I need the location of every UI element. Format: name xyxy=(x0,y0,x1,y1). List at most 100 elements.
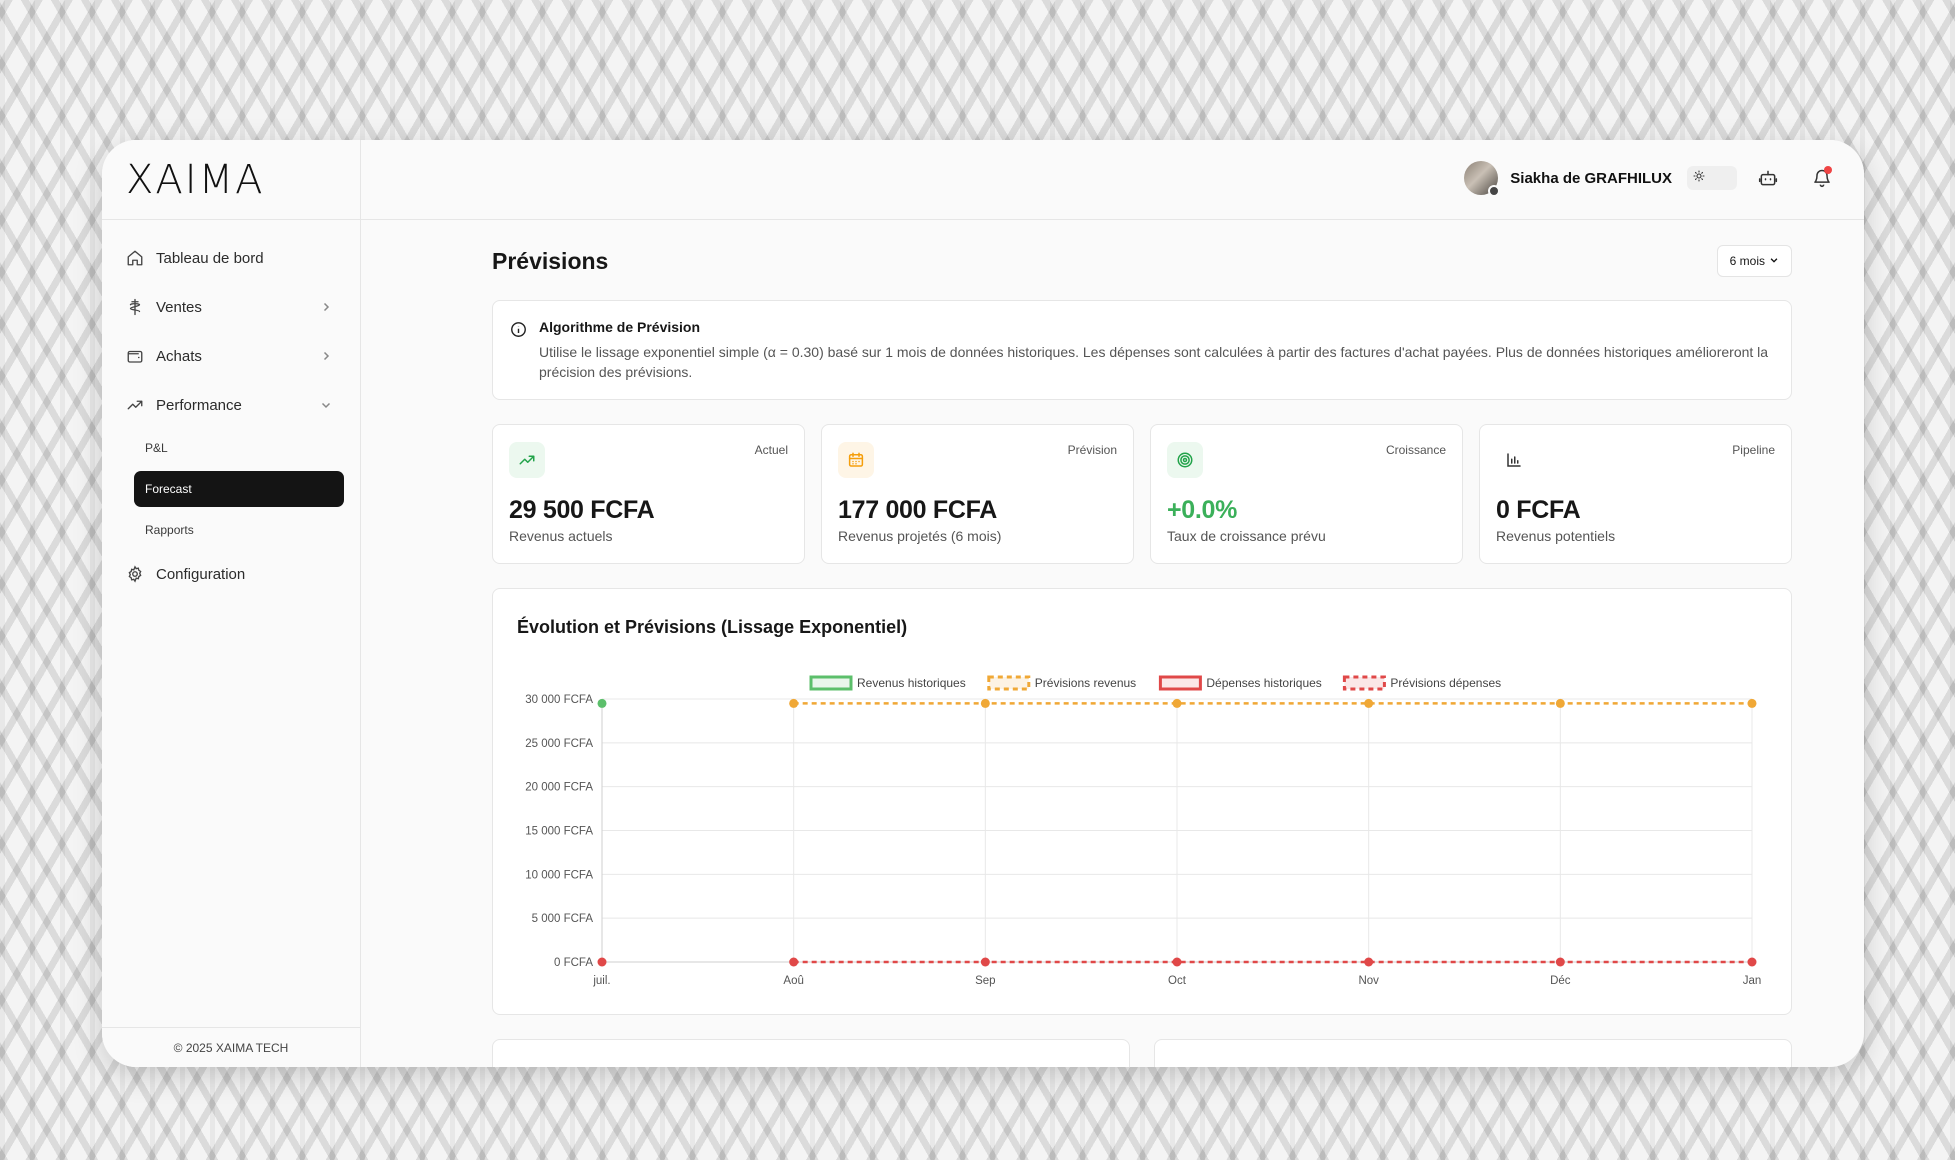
user-menu[interactable]: Siakha de GRAFHILUX xyxy=(1464,160,1672,197)
sidebar-item-dashboard[interactable]: Tableau de bord xyxy=(118,238,344,278)
card-placeholder-left xyxy=(492,1039,1130,1067)
sidebar-nav: Tableau de bord Ventes Achats Performanc… xyxy=(102,220,360,594)
card-label: Revenus actuels xyxy=(509,528,613,544)
sidebar-item-achats[interactable]: Achats xyxy=(118,336,344,376)
card-tag: Actuel xyxy=(754,443,788,457)
sidebar-item-label: Ventes xyxy=(156,298,202,316)
status-dot xyxy=(1488,185,1501,197)
y-tick-label: 15 000 FCFA xyxy=(525,826,593,838)
performance-submenu: P&L Forecast Rapports xyxy=(118,430,344,548)
data-point xyxy=(789,957,799,967)
bottom-cards xyxy=(492,1039,1792,1067)
bell-icon[interactable] xyxy=(1810,166,1834,190)
sidebar-subitem-forecast[interactable]: Forecast xyxy=(134,471,344,507)
data-point xyxy=(980,698,990,708)
kpi-card-prevision: Prévision 177 000 FCFA Revenus projetés … xyxy=(821,424,1134,564)
trending-up-icon xyxy=(126,396,144,414)
y-tick-label: 5 000 FCFA xyxy=(532,913,594,925)
sidebar-item-configuration[interactable]: Configuration xyxy=(118,554,344,594)
card-label: Taux de croissance prévu xyxy=(1167,528,1326,544)
card-value: 29 500 FCFA xyxy=(509,496,655,524)
legend-swatch xyxy=(809,675,853,691)
y-tick-label: 10 000 FCFA xyxy=(525,869,593,881)
title-row: Prévisions 6 mois xyxy=(492,220,1792,300)
period-select[interactable]: 6 mois xyxy=(1716,245,1792,277)
data-point xyxy=(1172,957,1182,967)
data-point xyxy=(1747,957,1757,967)
notification-badge xyxy=(1824,166,1832,174)
home-icon xyxy=(126,249,144,267)
trending-up-icon xyxy=(509,442,545,478)
data-point xyxy=(1364,698,1374,708)
sidebar-item-ventes[interactable]: Ventes xyxy=(118,287,344,327)
calendar-icon xyxy=(838,442,874,478)
forecast-chart: 0 FCFA 5 000 FCFA 10 000 FCFA 15 000 FCFA 20… xyxy=(525,675,1762,987)
sidebar-footer: © 2025 XAIMA TECH xyxy=(102,1027,360,1067)
info-icon xyxy=(510,321,527,343)
kpi-card-actuel: Actuel 29 500 FCFA Revenus actuels xyxy=(492,424,805,564)
avatar xyxy=(1464,161,1501,197)
sun-icon xyxy=(1693,169,1705,187)
y-tick-label: 25 000 FCFA xyxy=(525,738,593,750)
x-tick-label: Oct xyxy=(1168,975,1187,987)
sidebar-subitem-rapports[interactable]: Rapports xyxy=(134,512,344,548)
period-value: 6 mois xyxy=(1729,254,1765,268)
info-text: Utilise le lissage exponentiel simple (α… xyxy=(539,344,1769,380)
legend-label: Revenus historiques xyxy=(857,676,966,690)
data-point xyxy=(1172,698,1182,708)
theme-toggle[interactable] xyxy=(1687,166,1737,190)
card-placeholder-right xyxy=(1154,1039,1792,1067)
algorithm-info-box: Algorithme de Prévision Utilise le lissa… xyxy=(492,300,1792,400)
info-title: Algorithme de Prévision xyxy=(539,319,701,335)
data-point xyxy=(597,698,607,708)
brand-logo[interactable]: XAIMA xyxy=(126,157,264,203)
card-value: 0 FCFA xyxy=(1496,496,1581,524)
sidebar-subitem-pl[interactable]: P&L xyxy=(134,430,344,466)
y-tick-label: 30 000 FCFA xyxy=(525,694,593,706)
card-label: Revenus potentiels xyxy=(1496,528,1616,544)
chevron-right-icon xyxy=(320,350,332,362)
data-point xyxy=(1555,957,1565,967)
card-value: 177 000 FCFA xyxy=(838,496,997,524)
legend-label: Dépenses historiques xyxy=(1206,676,1321,690)
chevron-down-icon xyxy=(320,399,332,411)
user-name: Siakha de GRAFHILUX xyxy=(1510,169,1672,187)
card-tag: Prévision xyxy=(1067,443,1117,457)
data-point xyxy=(1364,957,1374,967)
legend-label: Prévisions revenus xyxy=(1035,676,1136,690)
sidebar-item-performance[interactable]: Performance xyxy=(118,385,344,425)
wallet-icon xyxy=(126,347,144,365)
x-tick-label: juil. xyxy=(592,975,610,987)
x-tick-label: Déc xyxy=(1550,975,1571,987)
kpi-cards: Actuel 29 500 FCFA Revenus actuels Prévi… xyxy=(492,424,1792,564)
legend-swatch xyxy=(1158,675,1202,691)
main-content: Prévisions 6 mois Algorithme de Prévisio… xyxy=(492,220,1792,1067)
forecast-chart-card: Évolution et Prévisions (Lissage Exponen… xyxy=(492,588,1792,1015)
caduceus-icon xyxy=(126,298,144,316)
bot-icon[interactable] xyxy=(1756,166,1780,190)
data-point xyxy=(1747,698,1757,708)
kpi-card-croissance: Croissance +0.0% Taux de croissance prév… xyxy=(1150,424,1463,564)
card-tag: Croissance xyxy=(1385,443,1446,457)
x-tick-label: Sep xyxy=(975,975,995,987)
y-tick-label: 20 000 FCFA xyxy=(525,782,593,794)
card-value: +0.0% xyxy=(1167,496,1238,524)
sidebar-item-label: Configuration xyxy=(156,565,246,583)
y-tick-label: 0 FCFA xyxy=(554,957,593,969)
legend-label: Prévisions dépenses xyxy=(1390,676,1501,690)
top-bar: Siakha de GRAFHILUX xyxy=(361,140,1864,220)
x-tick-label: Aoû xyxy=(783,975,803,987)
data-point xyxy=(980,957,990,967)
page-title: Prévisions xyxy=(492,248,609,274)
sidebar-item-label: Performance xyxy=(156,396,242,414)
gear-icon xyxy=(126,565,144,583)
x-tick-label: Jan xyxy=(1743,975,1762,987)
legend-swatch xyxy=(1342,675,1386,691)
target-icon xyxy=(1167,442,1203,478)
card-tag: Pipeline xyxy=(1732,443,1775,457)
x-tick-label: Nov xyxy=(1358,975,1379,987)
app-window: XAIMA Tableau de bord Ventes Achats Perf… xyxy=(102,140,1864,1067)
data-point xyxy=(1555,698,1565,708)
bar-chart-icon xyxy=(1496,442,1532,478)
kpi-card-pipeline: Pipeline 0 FCFA Revenus potentiels xyxy=(1479,424,1792,564)
